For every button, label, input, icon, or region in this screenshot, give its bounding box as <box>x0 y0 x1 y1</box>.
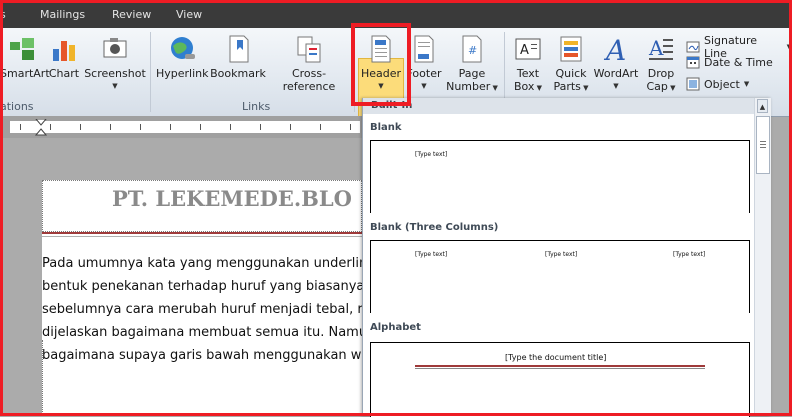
drop-cap-button[interactable]: A Drop Cap ▼ <box>642 34 680 95</box>
globe-link-icon <box>167 34 197 64</box>
chart-button[interactable]: Chart <box>46 34 82 80</box>
wordart-dropdown-icon[interactable]: ▼ <box>592 80 640 93</box>
header-rule <box>42 232 362 234</box>
alphabet-rule <box>415 365 705 367</box>
grip-icon <box>760 144 766 145</box>
tab-mailings[interactable]: Mailings <box>40 8 85 21</box>
text-box-button[interactable]: A Text Box ▼ <box>508 34 548 95</box>
tab-review[interactable]: Review <box>112 8 151 21</box>
placeholder-text: [Type text] <box>415 251 448 258</box>
date-time-button[interactable]: Date & Time <box>686 55 773 69</box>
indent-marker-icon[interactable] <box>35 119 47 137</box>
wordart-button[interactable]: A WordArt ▼ <box>592 34 640 93</box>
signature-line-dropdown-icon[interactable]: ▼ <box>787 43 792 51</box>
text-box-icon: A <box>513 34 543 64</box>
placeholder-text: [Type the document title] <box>505 353 607 362</box>
header-title-text: PT. LEKEMEDE.BLO <box>112 186 352 211</box>
calendar-icon <box>686 55 700 69</box>
gallery-item-alphabet[interactable]: [Type the document title] <box>370 342 750 417</box>
gallery-item-blank-three-columns[interactable]: [Type text] [Type text] [Type text] <box>370 240 750 313</box>
gallery-item-label: Blank <box>370 122 402 133</box>
placeholder-text: [Type text] <box>545 251 578 258</box>
ruler-strip <box>10 121 360 133</box>
object-button[interactable]: Object ▼ <box>686 77 749 91</box>
body-line: sebelumnya cara merubah huruf menjadi te… <box>42 302 362 317</box>
drop-cap-dropdown-icon[interactable]: ▼ <box>668 84 675 92</box>
object-icon <box>686 77 700 91</box>
svg-text:A: A <box>520 43 529 58</box>
quick-parts-icon <box>556 34 586 64</box>
drop-cap-icon: A <box>646 34 676 64</box>
tab-view[interactable]: View <box>176 8 202 21</box>
body-line: dijelaskan bagaimana membuat semua itu. … <box>42 325 362 340</box>
bookmark-button[interactable]: Bookmark <box>210 34 266 80</box>
gallery-item-label: Blank (Three Columns) <box>370 222 499 233</box>
ruler-tick <box>260 124 261 130</box>
gallery-item-blank[interactable]: [Type text] <box>370 140 750 213</box>
signature-line-icon <box>686 40 700 54</box>
footer-icon <box>409 34 439 64</box>
group-label-illustrations: ations <box>0 100 34 113</box>
footer-dropdown-icon[interactable]: ▼ <box>406 80 442 93</box>
quick-parts-dropdown-icon[interactable]: ▼ <box>581 84 588 92</box>
tab-references[interactable]: s <box>0 8 6 21</box>
grip-icon <box>760 147 766 148</box>
wordart-icon: A <box>601 34 631 64</box>
ruler-tick <box>140 124 141 130</box>
screenshot-dropdown-icon[interactable]: ▼ <box>84 80 146 93</box>
footer-button[interactable]: Footer ▼ <box>406 34 442 93</box>
scroll-up-icon[interactable]: ▲ <box>757 99 768 113</box>
ruler-tick <box>20 124 21 130</box>
horizontal-ruler[interactable] <box>0 116 362 138</box>
ruler-tick <box>80 124 81 130</box>
gallery-item-label: Alphabet <box>370 322 421 333</box>
page-number-dropdown-icon[interactable]: ▼ <box>490 84 498 92</box>
page-margin-guide <box>42 340 44 416</box>
page-number-icon: # <box>457 34 487 64</box>
header-rule-thin <box>42 236 362 237</box>
svg-text:#: # <box>468 44 477 57</box>
ruler-tick <box>230 124 231 130</box>
ruler-tick <box>320 124 321 130</box>
alphabet-rule-thin <box>415 368 705 369</box>
group-separator <box>150 32 151 112</box>
svg-text:A: A <box>603 34 626 64</box>
grip-icon <box>760 141 766 142</box>
placeholder-text: [Type text] <box>415 151 448 158</box>
ruler-tick <box>200 124 201 130</box>
cross-reference-icon <box>294 34 324 64</box>
ruler-tick <box>50 124 51 130</box>
ruler-tick <box>350 124 351 130</box>
screenshot-button[interactable]: Screenshot ▼ <box>84 34 146 93</box>
screenshot-icon <box>100 34 130 64</box>
body-line: bentuk penekanan terhadap huruf yang bia… <box>42 279 362 294</box>
text-box-dropdown-icon[interactable]: ▼ <box>534 84 542 92</box>
header-annotation-box <box>351 23 411 106</box>
object-dropdown-icon[interactable]: ▼ <box>744 80 749 88</box>
hyperlink-button[interactable]: Hyperlink <box>156 34 209 80</box>
ruler-tick <box>290 124 291 130</box>
smartart-icon <box>7 34 37 64</box>
page-number-button[interactable]: # Page Number ▼ <box>444 34 500 95</box>
bookmark-icon <box>223 34 253 64</box>
group-label-links: Links <box>242 100 271 113</box>
header-gallery-dropdown: Built-In Blank [Type text] Blank (Three … <box>362 98 771 417</box>
body-line: Pada umumnya kata yang menggunakan under… <box>42 256 362 271</box>
cross-reference-button[interactable]: Cross-reference <box>266 34 352 93</box>
quick-parts-button[interactable]: Quick Parts ▼ <box>550 34 592 95</box>
ruler-tick <box>110 124 111 130</box>
body-line: bagaimana supaya garis bawah menggunakan… <box>42 348 362 363</box>
scroll-thumb[interactable] <box>756 116 770 174</box>
gallery-category-builtin: Built-In <box>363 98 755 114</box>
placeholder-text: [Type text] <box>673 251 706 258</box>
ruler-tick <box>170 124 171 130</box>
svg-text:A: A <box>648 36 664 60</box>
smartart-button[interactable]: SmartArt <box>0 34 50 80</box>
chart-icon <box>49 34 79 64</box>
gallery-scrollbar[interactable]: ▲ <box>754 98 771 416</box>
